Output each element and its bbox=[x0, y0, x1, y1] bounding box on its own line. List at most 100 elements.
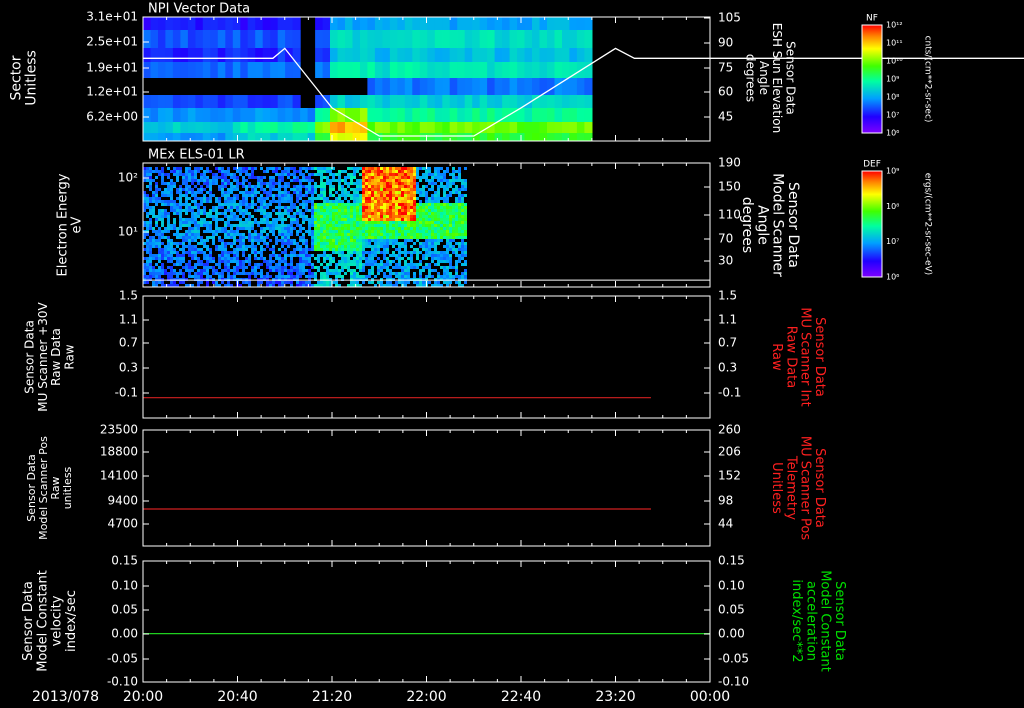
els-heat-cell bbox=[362, 257, 365, 260]
els-heat-cell bbox=[197, 224, 200, 227]
els-heat-cell bbox=[221, 230, 224, 233]
els-heat-cell bbox=[359, 230, 362, 233]
els-heat-cell bbox=[323, 197, 326, 200]
els-heat-cell bbox=[275, 236, 278, 239]
els-heat-cell bbox=[203, 224, 206, 227]
els-heat-cell bbox=[149, 257, 152, 260]
els-heat-cell bbox=[374, 173, 377, 176]
els-heat-cell bbox=[359, 263, 362, 266]
els-heat-cell bbox=[452, 221, 455, 224]
npi-heat-cell bbox=[247, 30, 256, 48]
els-heat-cell bbox=[245, 200, 248, 203]
els-heat-cell bbox=[386, 194, 389, 197]
els-heat-cell bbox=[371, 215, 374, 218]
els-heat-cell bbox=[401, 233, 404, 236]
els-heat-cell bbox=[368, 176, 371, 179]
els-heat-cell bbox=[260, 269, 263, 272]
els-heat-cell bbox=[365, 203, 368, 206]
els-heat-cell bbox=[431, 251, 434, 254]
els-heat-cell bbox=[419, 206, 422, 209]
els-heat-cell bbox=[335, 197, 338, 200]
els-heat-cell bbox=[455, 212, 458, 215]
els-heat-cell bbox=[155, 167, 158, 170]
els-heat-cell bbox=[185, 221, 188, 224]
els-heat-cell bbox=[149, 245, 152, 248]
els-heat-cell bbox=[224, 257, 227, 260]
els-heat-cell bbox=[194, 254, 197, 257]
els-heat-cell bbox=[251, 197, 254, 200]
els-heat-cell bbox=[290, 254, 293, 257]
els-heat-cell bbox=[287, 227, 290, 230]
els-heat-cell bbox=[359, 173, 362, 176]
npi-heat-cell bbox=[517, 48, 526, 62]
els-heat-cell bbox=[278, 260, 281, 263]
els-heat-cell bbox=[428, 182, 431, 185]
els-heat-cell bbox=[404, 221, 407, 224]
els-heat-cell bbox=[458, 176, 461, 179]
els-heat-cell bbox=[167, 167, 170, 170]
els-heat-cell bbox=[236, 254, 239, 257]
els-heat-cell bbox=[257, 179, 260, 182]
els-heat-cell bbox=[293, 275, 296, 278]
els-heat-cell bbox=[410, 254, 413, 257]
els-heat-cell bbox=[386, 266, 389, 269]
npi-heat-cell bbox=[367, 133, 376, 141]
els-heat-cell bbox=[311, 221, 314, 224]
els-heat-cell bbox=[305, 260, 308, 263]
els-heat-cell bbox=[188, 239, 191, 242]
els-heat-cell bbox=[197, 257, 200, 260]
right-axis-label: Angle bbox=[754, 205, 770, 245]
npi-heat-cell bbox=[494, 133, 503, 141]
els-heat-cell bbox=[440, 182, 443, 185]
els-heat-cell bbox=[239, 239, 242, 242]
els-heat-cell bbox=[344, 176, 347, 179]
els-heat-cell bbox=[464, 203, 467, 206]
els-heat-cell bbox=[437, 275, 440, 278]
els-heat-cell bbox=[356, 236, 359, 239]
els-heat-cell bbox=[191, 245, 194, 248]
els-heat-cell bbox=[314, 239, 317, 242]
els-heat-cell bbox=[254, 209, 257, 212]
els-heat-cell bbox=[356, 191, 359, 194]
els-heat-cell bbox=[200, 275, 203, 278]
els-heat-cell bbox=[341, 224, 344, 227]
els-heat-cell bbox=[452, 218, 455, 221]
els-heat-cell bbox=[200, 272, 203, 275]
els-heat-cell bbox=[323, 176, 326, 179]
els-heat-cell bbox=[425, 209, 428, 212]
els-heat-cell bbox=[395, 179, 398, 182]
els-heat-cell bbox=[206, 176, 209, 179]
els-heat-cell bbox=[299, 266, 302, 269]
els-heat-cell bbox=[203, 182, 206, 185]
els-heat-cell bbox=[368, 194, 371, 197]
left-tick-label: -0.1 bbox=[115, 386, 138, 400]
npi-heat-cell bbox=[389, 30, 398, 48]
els-heat-cell bbox=[320, 212, 323, 215]
els-heat-cell bbox=[155, 182, 158, 185]
els-heat-cell bbox=[320, 176, 323, 179]
npi-heat-cell bbox=[532, 108, 541, 122]
els-heat-cell bbox=[416, 218, 419, 221]
els-heat-cell bbox=[350, 176, 353, 179]
els-heat-cell bbox=[434, 245, 437, 248]
npi-heat-cell bbox=[494, 62, 503, 78]
els-heat-cell bbox=[446, 203, 449, 206]
npi-heat-cell bbox=[404, 62, 413, 78]
els-heat-cell bbox=[368, 263, 371, 266]
els-heat-cell bbox=[152, 257, 155, 260]
els-heat-cell bbox=[350, 182, 353, 185]
els-heat-cell bbox=[437, 167, 440, 170]
els-heat-cell bbox=[431, 260, 434, 263]
els-heat-cell bbox=[287, 167, 290, 170]
els-heat-cell bbox=[407, 182, 410, 185]
els-heat-cell bbox=[200, 221, 203, 224]
els-heat-cell bbox=[389, 218, 392, 221]
els-heat-cell bbox=[251, 215, 254, 218]
els-heat-cell bbox=[422, 245, 425, 248]
els-heat-cell bbox=[338, 185, 341, 188]
els-heat-cell bbox=[401, 194, 404, 197]
els-heat-cell bbox=[449, 227, 452, 230]
npi-heat-cell bbox=[330, 62, 339, 78]
els-heat-cell bbox=[344, 212, 347, 215]
els-heat-cell bbox=[443, 257, 446, 260]
